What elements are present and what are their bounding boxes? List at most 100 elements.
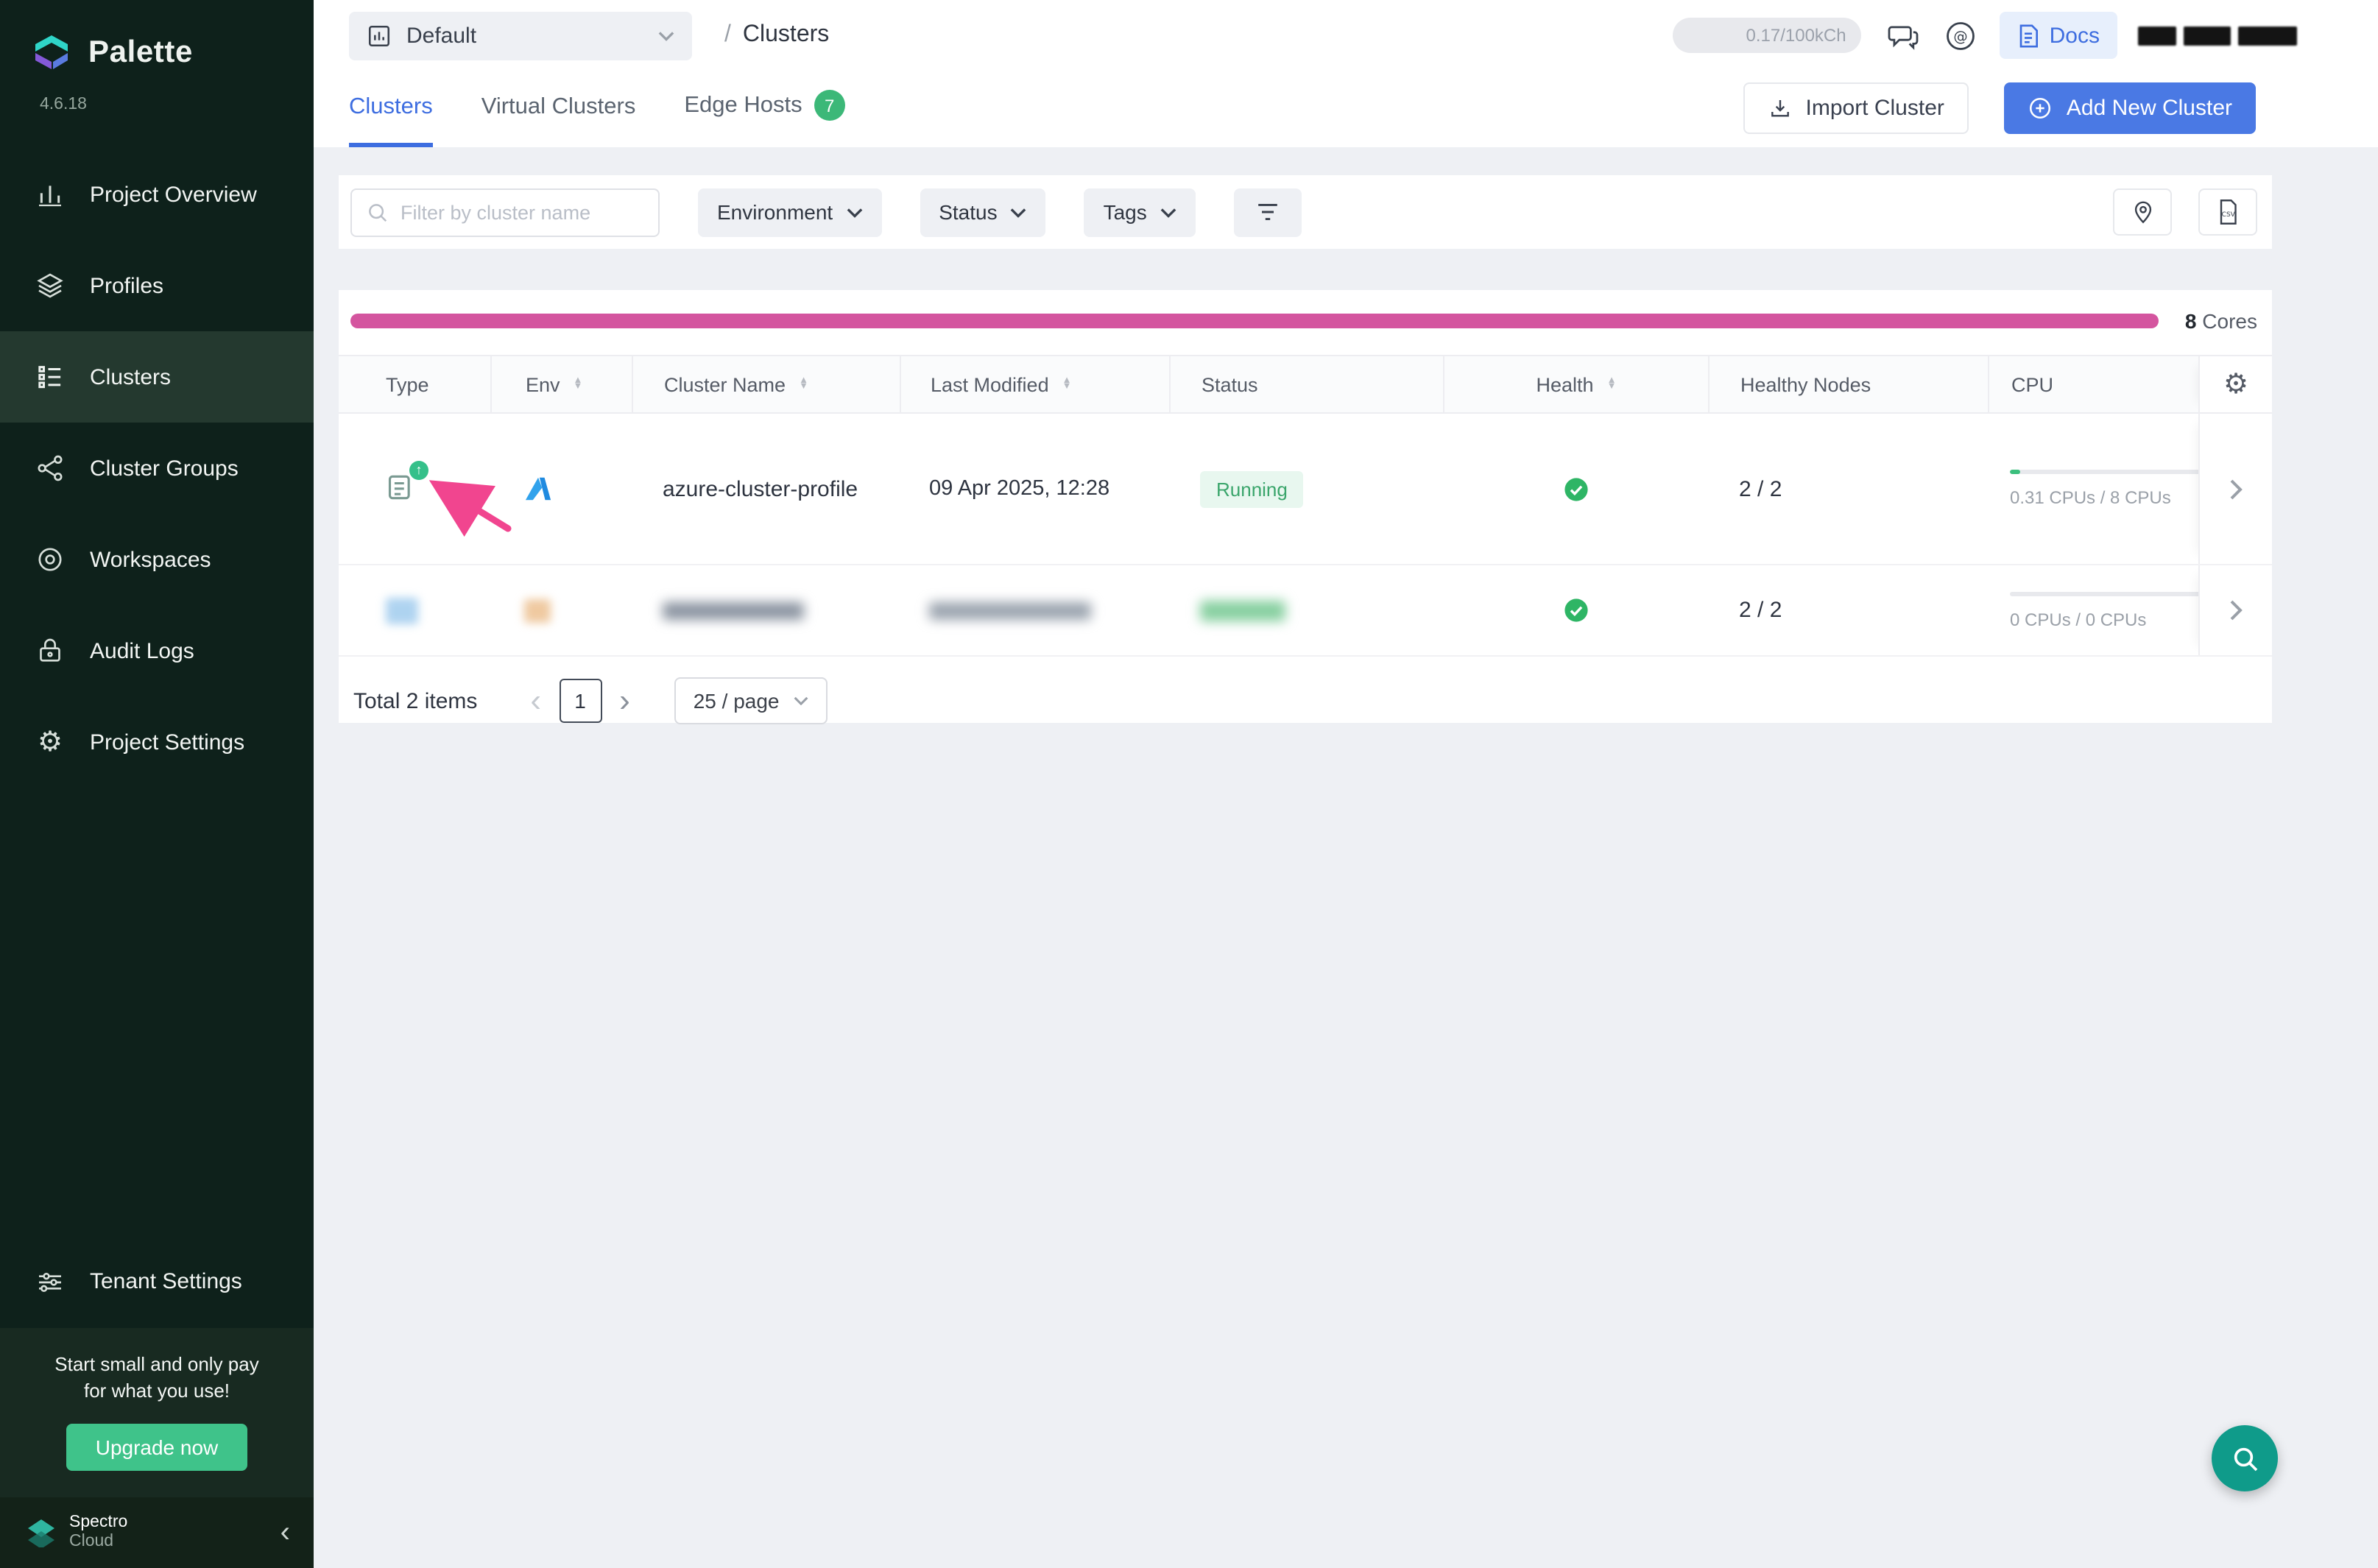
column-header-cpu[interactable]: CPU	[1988, 356, 2198, 412]
sidebar-item-label: Audit Logs	[90, 638, 194, 663]
spectro-cloud-logo-icon	[27, 1518, 56, 1547]
env-cell	[490, 476, 632, 502]
column-header-healthy-nodes[interactable]: Healthy Nodes	[1708, 356, 1988, 412]
docs-button-label: Docs	[2050, 23, 2100, 48]
sliders-icon	[35, 1267, 65, 1296]
column-header-type[interactable]: Type	[339, 356, 490, 412]
chevron-down-icon	[1160, 207, 1176, 217]
sort-icon[interactable]: ▲▼	[799, 378, 808, 390]
cluster-name-cell-redacted	[632, 601, 900, 619]
add-new-cluster-label: Add New Cluster	[2067, 96, 2232, 121]
sort-icon[interactable]: ▲▼	[1607, 378, 1617, 390]
document-icon	[2017, 23, 2039, 48]
tab-bar: Clusters Virtual Clusters Edge Hosts 7	[349, 71, 845, 147]
cores-usage-bar	[350, 314, 2159, 328]
top-bar: Default / Clusters 0.17/100kCh @	[314, 0, 2378, 147]
tabs-row: Clusters Virtual Clusters Edge Hosts 7 I…	[314, 71, 2378, 147]
chat-icon[interactable]	[1888, 21, 1919, 49]
row-expand-column	[2198, 565, 2272, 655]
sidebar-item-cluster-groups[interactable]: Cluster Groups	[0, 423, 314, 514]
spectro-cloud-wordmark: Spectro Cloud	[69, 1514, 127, 1553]
table-row[interactable]: 2 / 2 0 CPUs / 0 CPUs	[339, 565, 2272, 657]
sidebar-item-workspaces[interactable]: Workspaces	[0, 514, 314, 605]
header-actions: Import Cluster Add New Cluster	[1744, 82, 2257, 147]
network-icon	[35, 453, 65, 483]
docs-button[interactable]: Docs	[2000, 12, 2117, 59]
map-view-button[interactable]	[2113, 188, 2172, 236]
column-label: Env	[526, 373, 560, 395]
pagination-page-1[interactable]: 1	[559, 679, 601, 723]
status-filter-label: Status	[939, 200, 997, 224]
type-cell-redacted	[339, 597, 490, 624]
project-selector[interactable]: Default	[349, 11, 692, 60]
redacted-block	[2184, 26, 2231, 45]
tab-label: Clusters	[349, 94, 433, 121]
column-header-cluster-name[interactable]: Cluster Name ▲▼	[632, 356, 900, 412]
help-icon[interactable]: @	[1945, 20, 1976, 51]
column-header-last-modified[interactable]: Last Modified ▲▼	[900, 356, 1169, 412]
tags-filter-dropdown[interactable]: Tags	[1084, 188, 1196, 236]
upgrade-now-button[interactable]: Upgrade now	[66, 1424, 248, 1471]
cpu-usage-bar	[2010, 591, 2201, 596]
pagination-next-icon[interactable]: ›	[601, 685, 648, 717]
page-size-select[interactable]: 25 / page	[674, 677, 828, 724]
column-label: Last Modified	[931, 373, 1049, 395]
sidebar-item-clusters[interactable]: Clusters	[0, 331, 314, 423]
add-new-cluster-button[interactable]: Add New Cluster	[2005, 82, 2256, 134]
floating-search-button[interactable]	[2212, 1425, 2278, 1491]
svg-text:CSV: CSV	[2222, 211, 2236, 219]
column-header-env[interactable]: Env ▲▼	[490, 356, 632, 412]
tab-clusters[interactable]: Clusters	[349, 94, 433, 147]
health-check-icon	[1563, 598, 1588, 623]
search-input[interactable]	[401, 201, 643, 223]
more-filters-button[interactable]	[1234, 188, 1302, 236]
cores-unit: Cores	[2202, 309, 2257, 333]
sidebar-item-label: Cluster Groups	[90, 456, 239, 481]
sidebar-item-label: Clusters	[90, 364, 171, 389]
sidebar-item-audit-logs[interactable]: Audit Logs	[0, 605, 314, 696]
list-icon	[35, 362, 65, 392]
import-icon	[1769, 96, 1793, 120]
import-cluster-button[interactable]: Import Cluster	[1744, 82, 1969, 134]
sidebar-item-tenant-settings[interactable]: Tenant Settings	[0, 1236, 314, 1327]
sidebar-item-project-overview[interactable]: Project Overview	[0, 149, 314, 240]
tab-virtual-clusters[interactable]: Virtual Clusters	[481, 94, 636, 147]
location-pin-icon	[2131, 199, 2153, 225]
sidebar-bottom: Tenant Settings Start small and only pay…	[0, 1236, 314, 1568]
brand-name: Palette	[88, 35, 193, 70]
chevron-down-icon	[658, 30, 674, 40]
chevron-down-icon	[846, 207, 862, 217]
pagination-prev-icon[interactable]: ‹	[512, 685, 559, 717]
status-filter-dropdown[interactable]: Status	[920, 188, 1045, 236]
column-header-status[interactable]: Status	[1169, 356, 1443, 412]
export-csv-button[interactable]: CSV	[2198, 188, 2257, 236]
status-badge: Running	[1200, 470, 1304, 507]
brand-line2: Cloud	[69, 1533, 127, 1552]
sidebar-item-project-settings[interactable]: ⚙ Project Settings	[0, 696, 314, 788]
header-row: Default / Clusters 0.17/100kCh @	[314, 0, 2378, 71]
row-expand-column	[2198, 414, 2272, 564]
row-chevron-right-icon[interactable]	[2229, 599, 2243, 621]
table-row[interactable]: ↑ azure-cluster-profile 09 Apr 2025, 12:…	[339, 414, 2272, 565]
status-cell-redacted	[1169, 600, 1443, 621]
brand-line1: Spectro	[69, 1514, 127, 1533]
collapse-sidebar-icon[interactable]: ‹	[281, 1518, 290, 1547]
table-settings-gear-icon[interactable]: ⚙	[2223, 370, 2248, 398]
column-header-health[interactable]: Health ▲▼	[1443, 356, 1708, 412]
promo-text-line2: for what you use!	[15, 1378, 299, 1405]
environment-filter-dropdown[interactable]: Environment	[698, 188, 881, 236]
sidebar-item-label: Project Settings	[90, 730, 244, 755]
bar-chart-icon	[35, 180, 65, 209]
sidebar-item-label: Project Overview	[90, 182, 257, 207]
search-icon	[367, 201, 389, 223]
row-chevron-right-icon[interactable]	[2229, 478, 2243, 500]
cluster-name-cell[interactable]: azure-cluster-profile	[632, 476, 900, 501]
cores-usage-row: 8 Cores	[339, 290, 2272, 333]
sidebar-item-profiles[interactable]: Profiles	[0, 240, 314, 331]
sort-icon[interactable]: ▲▼	[1062, 378, 1072, 390]
sidebar-item-label: Workspaces	[90, 547, 211, 572]
sort-icon[interactable]: ▲▼	[574, 378, 583, 390]
status-cell: Running	[1169, 470, 1443, 507]
version-label: 4.6.18	[0, 78, 314, 137]
tab-edge-hosts[interactable]: Edge Hosts 7	[684, 90, 844, 147]
